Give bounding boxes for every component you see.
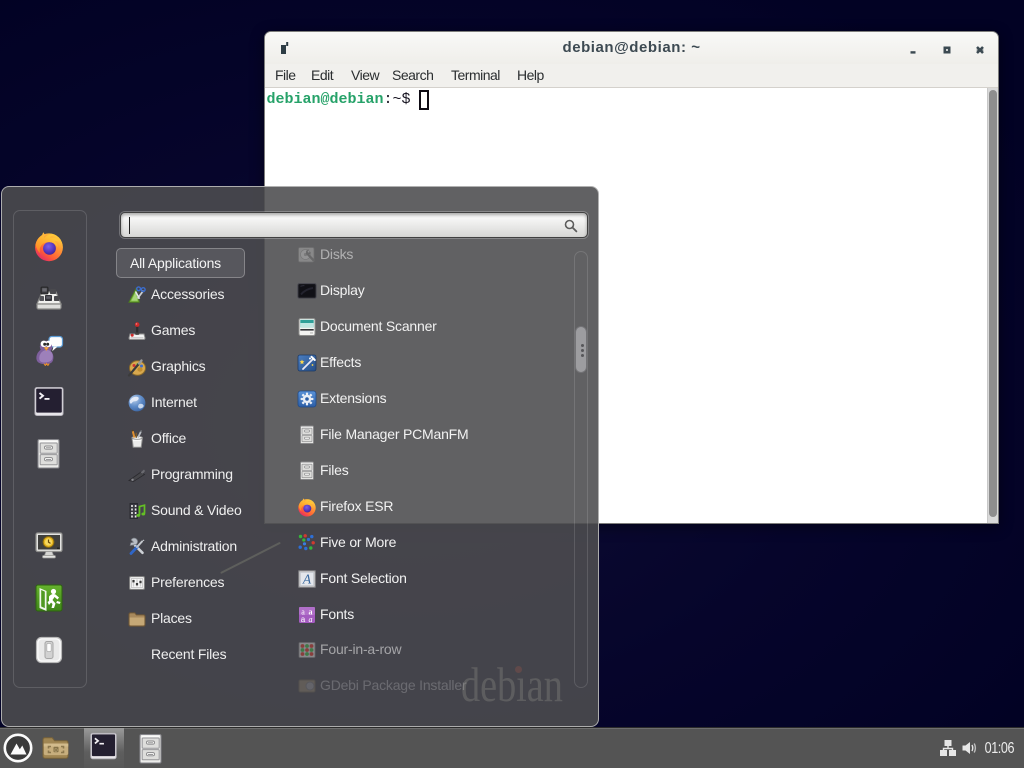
svg-text:a: a <box>309 615 313 624</box>
svg-text:A: A <box>302 572 312 587</box>
svg-text:a: a <box>301 615 306 624</box>
